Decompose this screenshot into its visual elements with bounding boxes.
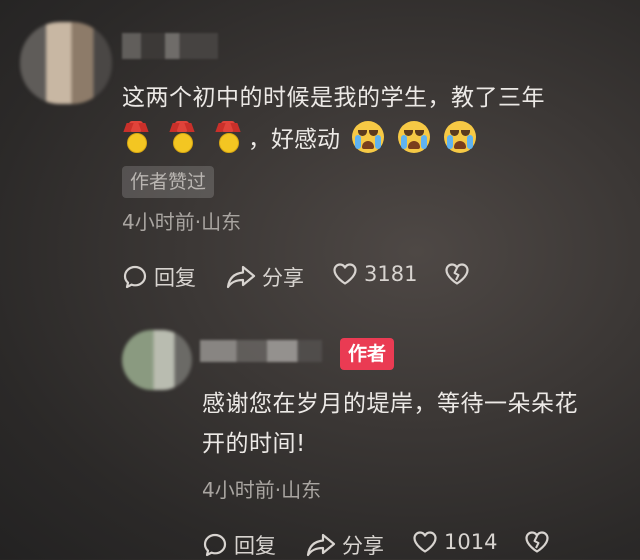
heart-icon — [413, 531, 437, 553]
medal-icon — [214, 121, 242, 153]
author-avatar[interactable] — [122, 330, 192, 390]
like-button[interactable]: 1014 — [412, 530, 497, 554]
commenter-name-blurred[interactable] — [122, 33, 218, 59]
share-label: 分享 — [262, 266, 304, 290]
reply-text-line1: 感谢您在岁月的堤岸，等待一朵朵花 — [202, 391, 578, 417]
loudly-crying-face-icon — [352, 121, 384, 153]
comment-emoji-row: ，好感动 — [122, 120, 476, 154]
like-button[interactable]: 3181 — [332, 262, 417, 286]
reply-label: 回复 — [154, 266, 196, 290]
comment-meta: 4小时前·山东 — [122, 210, 242, 234]
heart-icon — [333, 263, 357, 285]
medal-icon — [122, 121, 150, 153]
dislike-button[interactable] — [444, 262, 476, 286]
share-label: 分享 — [342, 534, 384, 558]
reply-label: 回复 — [234, 534, 276, 558]
comment-text: 这两个初中的时候是我的学生，教了三年 — [122, 85, 545, 111]
dislike-button[interactable] — [524, 530, 556, 554]
author-tag-badge: 作者 — [340, 338, 395, 370]
reply-text-line2: 开的时间! — [202, 431, 306, 457]
reply-button[interactable]: 回复 — [122, 262, 196, 292]
like-count: 1014 — [444, 530, 498, 554]
comment-text-suffix: ，好感动 — [248, 127, 340, 153]
broken-heart-icon — [445, 263, 469, 285]
share-button[interactable]: 分享 — [226, 262, 304, 292]
commenter-avatar[interactable] — [20, 22, 112, 104]
medal-icon — [168, 121, 196, 153]
reply-icon — [203, 533, 227, 557]
share-icon — [306, 533, 336, 557]
reply-button[interactable]: 回复 — [202, 530, 276, 560]
broken-heart-icon — [525, 531, 549, 553]
share-button[interactable]: 分享 — [306, 530, 384, 560]
author-name-blurred[interactable] — [200, 340, 322, 362]
reply-meta: 4小时前·山东 — [202, 478, 322, 502]
like-count: 3181 — [364, 262, 418, 286]
share-icon — [226, 265, 256, 289]
reply-icon — [123, 265, 147, 289]
loudly-crying-face-icon — [444, 121, 476, 153]
author-liked-badge: 作者赞过 — [122, 166, 215, 198]
loudly-crying-face-icon — [398, 121, 430, 153]
